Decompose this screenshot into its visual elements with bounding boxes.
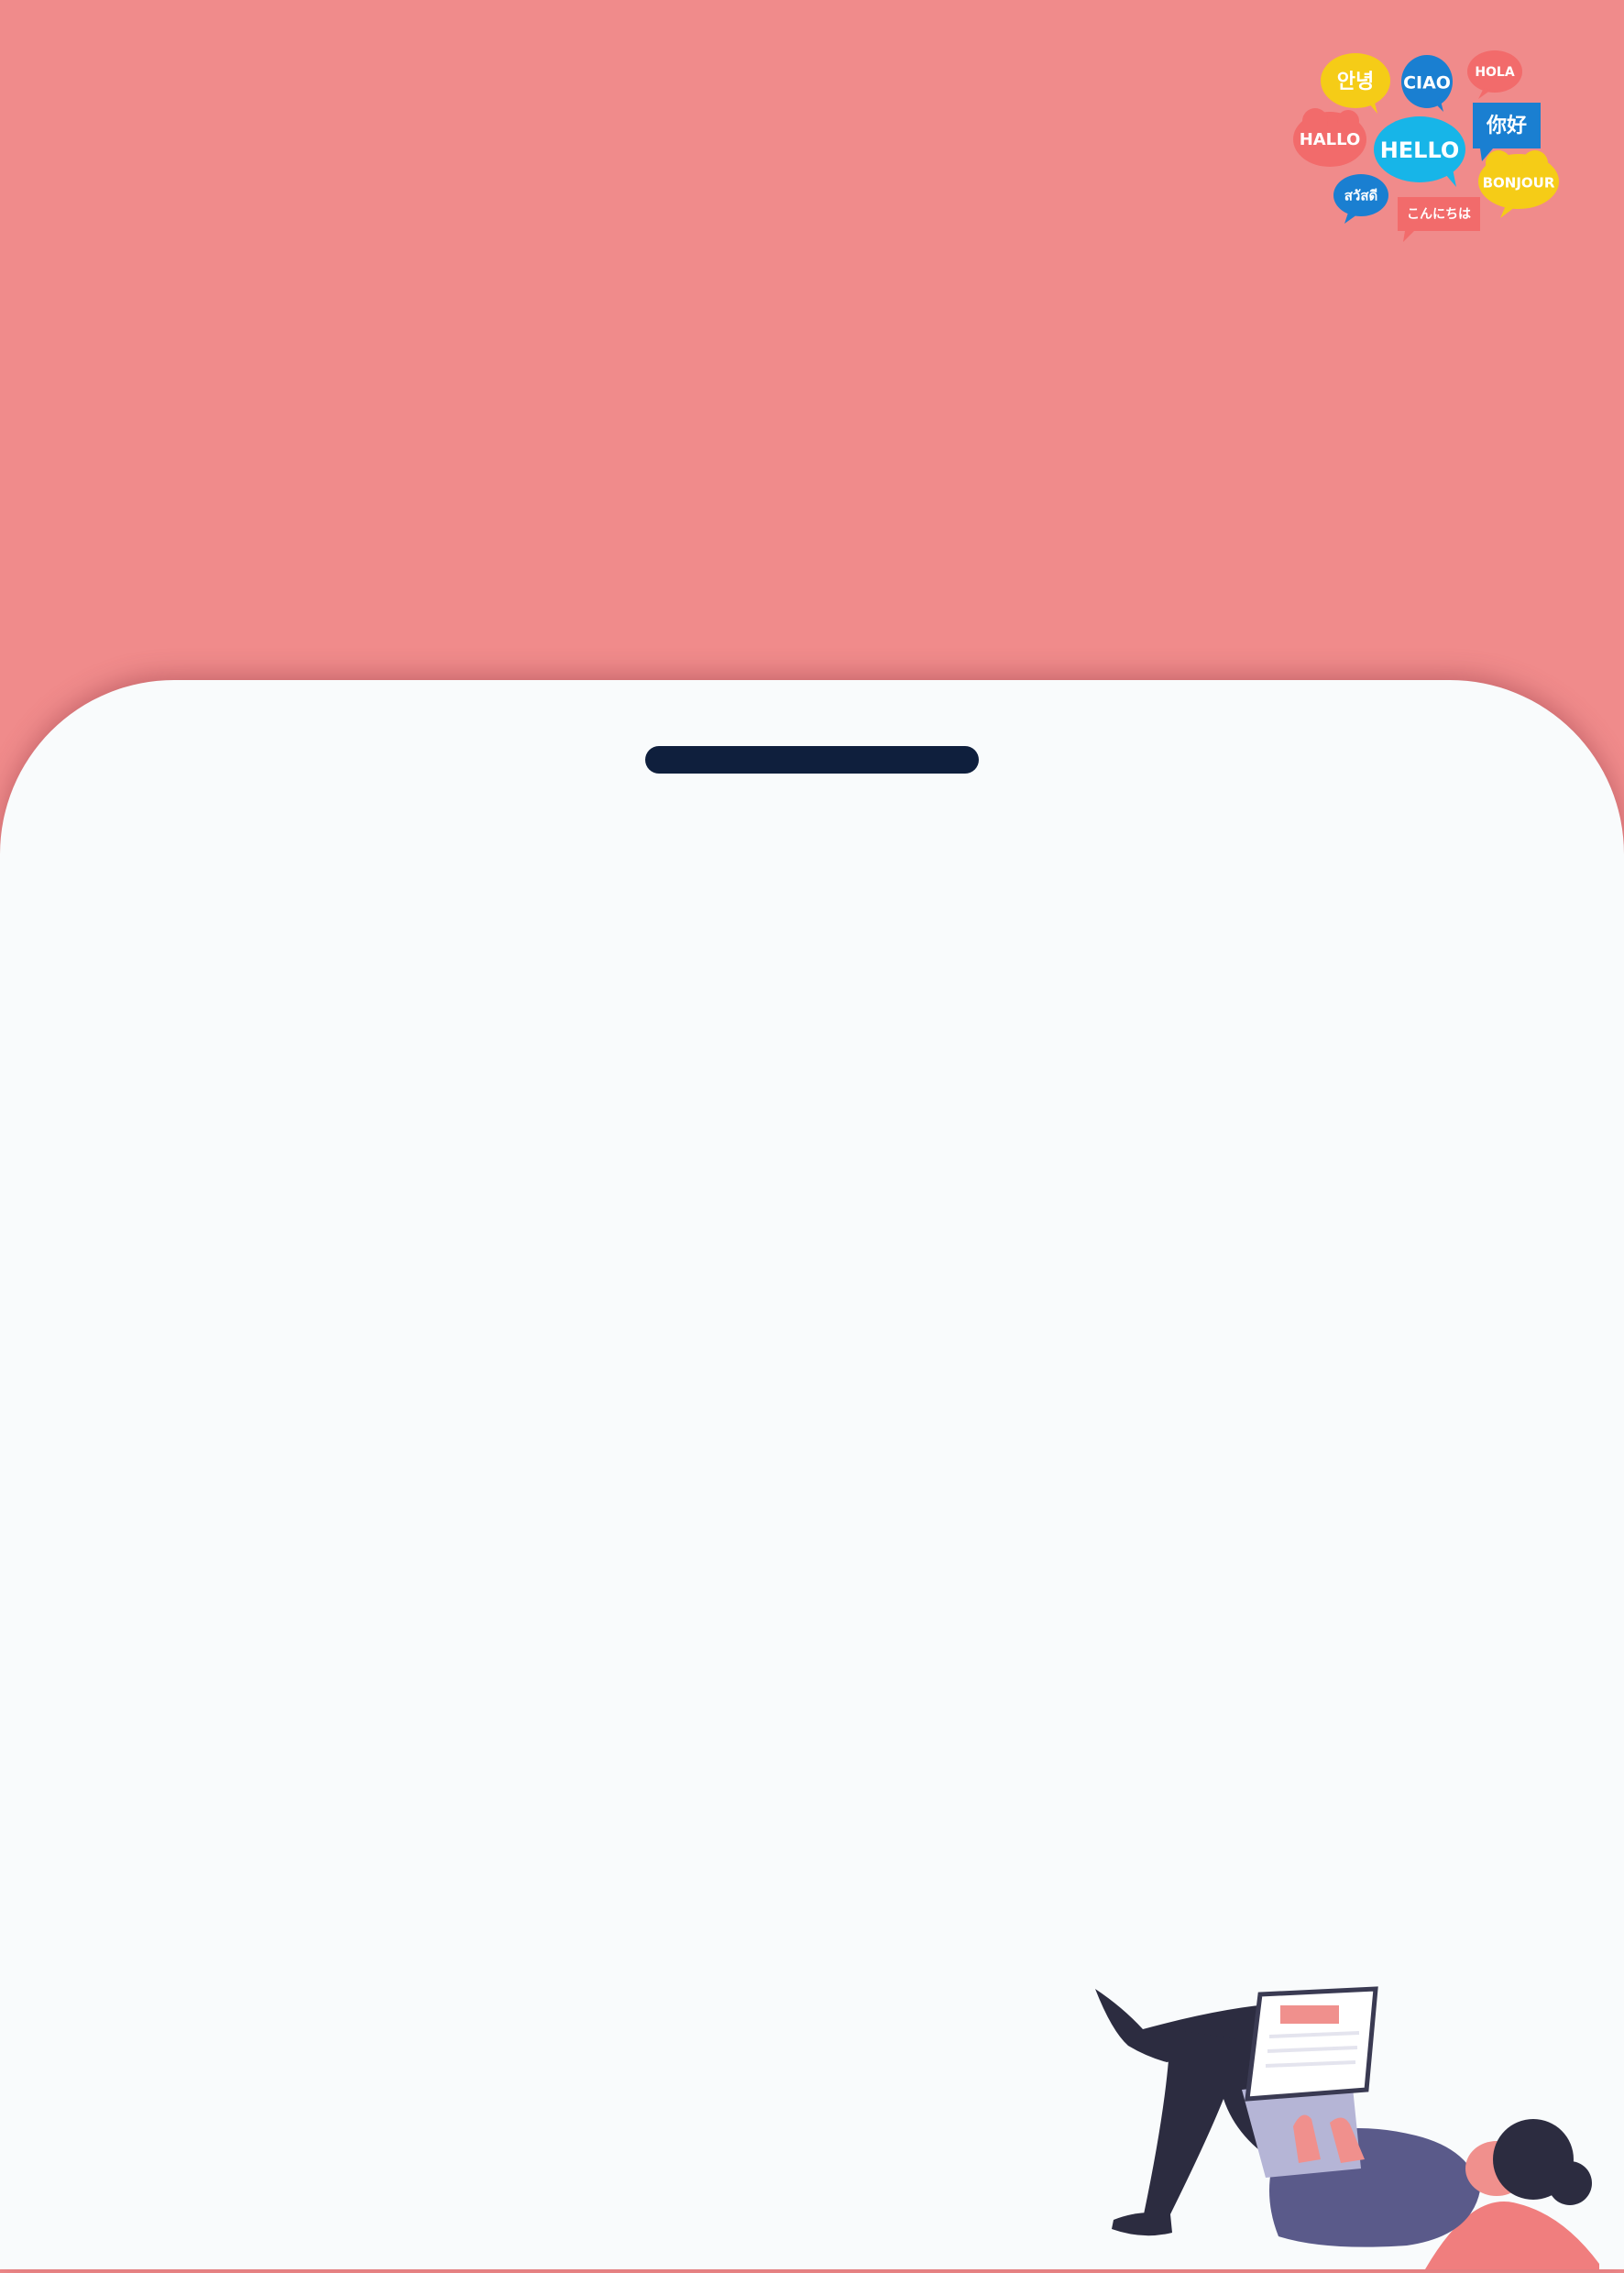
foot bbox=[1112, 2213, 1172, 2236]
greeting-french: BONJOUR bbox=[1483, 175, 1555, 192]
greeting-japanese: こんにちは bbox=[1407, 207, 1471, 222]
greeting-thai: สวัสดี bbox=[1344, 188, 1377, 204]
laptop-screen-block bbox=[1280, 2005, 1339, 2024]
drag-handle[interactable] bbox=[645, 746, 979, 774]
bubble-korean: 안녕 bbox=[1321, 53, 1390, 114]
person-lying-with-laptop-illustration bbox=[1095, 1986, 1599, 2269]
greeting-korean: 안녕 bbox=[1337, 71, 1374, 93]
greeting-italian: CIAO bbox=[1403, 73, 1451, 93]
hair-bun bbox=[1548, 2161, 1592, 2205]
bubble-english: HELLO bbox=[1374, 116, 1465, 187]
bubble-spanish: HOLA bbox=[1467, 50, 1522, 99]
bubble-italian: CIAO bbox=[1401, 55, 1453, 112]
multilingual-greetings-icon: 안녕 CIAO HOLA HALLO HELLO 你好 สวัสดี BONJO… bbox=[1293, 50, 1559, 242]
greeting-english: HELLO bbox=[1380, 137, 1460, 163]
bubble-german: HALLO bbox=[1293, 108, 1366, 167]
bubble-french: BONJOUR bbox=[1478, 150, 1559, 218]
bubble-japanese: こんにちは bbox=[1398, 197, 1480, 242]
screen: 안녕 CIAO HOLA HALLO HELLO 你好 สวัสดี BONJO… bbox=[0, 0, 1624, 2273]
greeting-german: HALLO bbox=[1300, 130, 1361, 149]
greeting-spanish: HOLA bbox=[1475, 65, 1515, 80]
bubble-thai: สวัสดี bbox=[1333, 174, 1388, 224]
greeting-chinese: 你好 bbox=[1486, 114, 1527, 137]
